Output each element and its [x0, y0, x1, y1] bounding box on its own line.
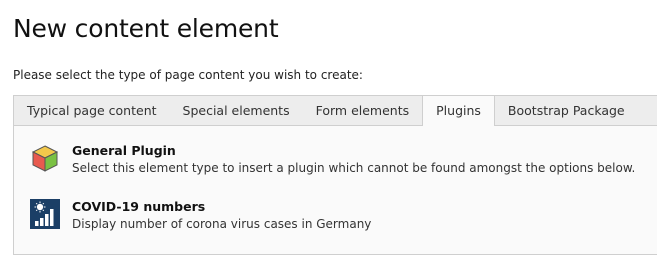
tab-plugins[interactable]: Plugins	[422, 95, 495, 126]
covid-chart-icon	[30, 199, 60, 229]
tab-form-elements[interactable]: Form elements	[303, 96, 423, 126]
tab-bootstrap-package[interactable]: Bootstrap Package	[495, 96, 638, 126]
tab-typical-page-content[interactable]: Typical page content	[14, 96, 170, 126]
general-plugin-description: Select this element type to insert a plu…	[72, 161, 636, 175]
covid-numbers-title: COVID-19 numbers	[72, 199, 206, 214]
general-plugin-item[interactable]: General Plugin Select this element type …	[30, 143, 635, 177]
covid-numbers-description: Display number of corona virus cases in …	[72, 217, 372, 231]
covid-numbers-item[interactable]: COVID-19 numbers Display number of coron…	[30, 199, 371, 233]
intro-text: Please select the type of page content y…	[13, 68, 363, 82]
tab-special-elements[interactable]: Special elements	[170, 96, 303, 126]
tab-bar: Typical page content Special elements Fo…	[13, 95, 657, 126]
general-plugin-title: General Plugin	[72, 143, 176, 158]
plugin-cube-icon	[30, 143, 60, 173]
plugins-panel: General Plugin Select this element type …	[13, 125, 657, 255]
page-title: New content element	[13, 14, 279, 43]
